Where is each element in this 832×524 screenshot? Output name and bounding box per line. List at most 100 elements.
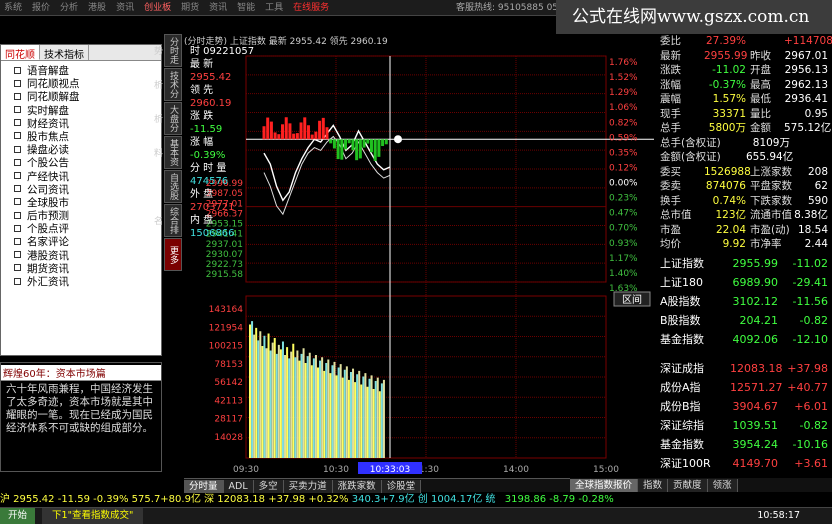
quote-key-2: 市净率 [750,238,782,250]
right-tab[interactable]: 贡献度 [668,479,708,492]
expand-box-icon[interactable] [14,185,21,193]
right-tab[interactable]: 全球指数报价 [570,479,639,492]
menu-item[interactable]: 资讯 [205,0,233,15]
index-change: -29.41 [792,275,828,289]
volume-tick-label: 14028 [214,433,243,443]
side-tab[interactable]: 综合排名 [152,204,182,237]
expand-box-icon[interactable] [14,224,21,232]
expand-box-icon[interactable] [14,211,21,219]
expand-box-icon[interactable] [14,264,21,272]
tree-item[interactable]: 产经快讯 [1,171,161,184]
tree-item[interactable]: 操盘必读 [1,144,161,157]
news-panel: 辉煌60年：资本市场篇 六十年风雨兼程，中国经济发生了太多奇迹，资本市场就是其中… [0,362,162,472]
indicator-tab[interactable]: 多空 [253,480,284,493]
tree-item[interactable]: 港股资讯 [1,250,161,263]
tab-tech-indicators[interactable]: 技术指标 [40,45,89,61]
index-price: 3102.12 [732,294,779,308]
menu-item[interactable]: 工具 [261,0,289,15]
indicator-tab[interactable]: 诊股堂 [381,480,422,493]
tree-item-label: 名家评论 [27,236,69,249]
tree-item[interactable]: 个股公告 [1,157,161,170]
expand-box-icon[interactable] [14,237,21,245]
menu-item[interactable]: 期货 [177,0,205,15]
expand-box-icon[interactable] [14,172,21,179]
tree-item[interactable]: 财经资讯 [1,118,161,131]
side-tab[interactable]: 大盘分析 [152,102,182,135]
side-tab[interactable]: 分时走势 [152,34,182,67]
status-sh: 沪 2955.42 -11.59 -0.39% 575.7+80.9亿 深 12… [0,494,349,505]
index-row[interactable]: 深证100R 4149.70 +3.61 [660,454,832,473]
index-row[interactable]: 深证成指 12083.18 +37.98 [660,359,832,378]
tree-item[interactable]: 同花顺解盘 [1,91,161,104]
tree-item[interactable]: 后市预测 [1,210,161,223]
side-tab[interactable]: 技术分析 [152,68,182,101]
tree-item[interactable]: 名家评论 [1,236,161,249]
right-tab[interactable]: 领涨 [707,479,738,492]
right-tab[interactable]: 指数 [638,479,669,492]
info-tree-panel: 同花顺 技术指标 语音解盘 同花顺视点 同花顺解盘 实时解盘 财经资讯 股市焦点 操盘必读 个股… [0,44,162,356]
quote-key: 总手(含权证) [660,136,721,149]
menu-item[interactable]: 分析 [56,0,84,15]
index-row[interactable]: A股指数 3102.12 -11.56 [660,292,832,311]
menu-item[interactable]: 资讯 [112,0,140,15]
menu-item[interactable]: 系统 [0,0,28,15]
tree-item[interactable]: 实时解盘 [1,105,161,118]
pct-tick-label: 1.29% [609,88,638,98]
menu-item[interactable]: 港股 [84,0,112,15]
index-row[interactable]: 基金指数 4092.06 -12.10 [660,330,832,349]
index-row[interactable]: 基金指数 3954.24 -10.16 [660,435,832,454]
index-name: 基金指数 [660,332,704,346]
expand-box-icon[interactable] [14,277,21,285]
tree-item[interactable]: 语音解盘 [1,65,161,78]
quote-value-2: 208 [807,165,828,178]
index-row[interactable]: 成份A指 12571.27 +40.77 [660,378,832,397]
side-tab[interactable]: 基本资料 [152,136,182,169]
tree-item[interactable]: 外汇资讯 [1,276,161,289]
quote-key: 总手 [660,122,681,134]
start-button[interactable]: 开始 [0,508,36,524]
tree-item[interactable]: 同花顺视点 [1,78,161,91]
quote-value: 22.04 [715,223,746,236]
expand-box-icon[interactable] [14,132,21,140]
status-right: 3198.86 -8.79 -0.28% [504,494,614,505]
index-name: 成份B指 [660,399,701,413]
indicator-tab[interactable]: 分时量 [184,480,224,493]
indicator-tab[interactable]: ADL [223,480,254,493]
expand-box-icon[interactable] [14,119,21,127]
expand-box-icon[interactable] [14,66,21,74]
expand-box-icon[interactable] [14,145,21,153]
quote-row: 委比 27.39% +114708 [660,34,832,49]
menu-item[interactable]: 报价 [28,0,56,15]
menu-item[interactable]: 智能 [233,0,261,15]
tree-item[interactable]: 全球股市 [1,197,161,210]
expand-box-icon[interactable] [14,92,21,100]
index-row[interactable]: 上证180 6989.90 -29.41 [660,273,832,292]
time-tick-label: 10:30 [323,465,349,475]
menu-item[interactable]: 创业板 [140,0,177,15]
index-row[interactable]: B股指数 204.21 -0.82 [660,311,832,330]
news-title[interactable]: 辉煌60年：资本市场篇 [1,365,161,381]
quote-row: 市盈 22.04 市盈(动) 18.54 [660,223,832,238]
tree-item[interactable]: 公司资讯 [1,184,161,197]
menu-item[interactable]: 在线服务 [289,0,335,15]
taskbar-item[interactable]: 下1"查看指数成交" [42,508,144,524]
expand-box-icon[interactable] [14,106,21,114]
tab-tonghuashun[interactable]: 同花顺 [1,45,40,61]
index-row[interactable]: 成份B指 3904.67 +6.01 [660,397,832,416]
quote-label: 2703721 [190,202,235,213]
expand-box-icon[interactable] [14,79,21,87]
expand-box-icon[interactable] [14,251,21,259]
tree-item[interactable]: 个股点评 [1,223,161,236]
side-tab[interactable]: 自选股 [164,170,182,203]
index-row[interactable]: 上证指数 2955.99 -11.02 [660,254,832,273]
side-tab[interactable]: 更多 [164,238,182,271]
expand-box-icon[interactable] [14,198,21,206]
indicator-tab[interactable]: 涨跌家数 [332,480,382,493]
tree-item[interactable]: 期货资讯 [1,263,161,276]
intraday-chart[interactable]: 2996.992987.052977.012966.372953.152941.… [184,46,660,478]
tree-item-label: 外汇资讯 [27,276,69,288]
expand-box-icon[interactable] [14,158,21,166]
index-row[interactable]: 深证综指 1039.51 -0.82 [660,416,832,435]
tree-item[interactable]: 股市焦点 [1,131,161,144]
indicator-tab[interactable]: 买卖力道 [283,480,333,493]
